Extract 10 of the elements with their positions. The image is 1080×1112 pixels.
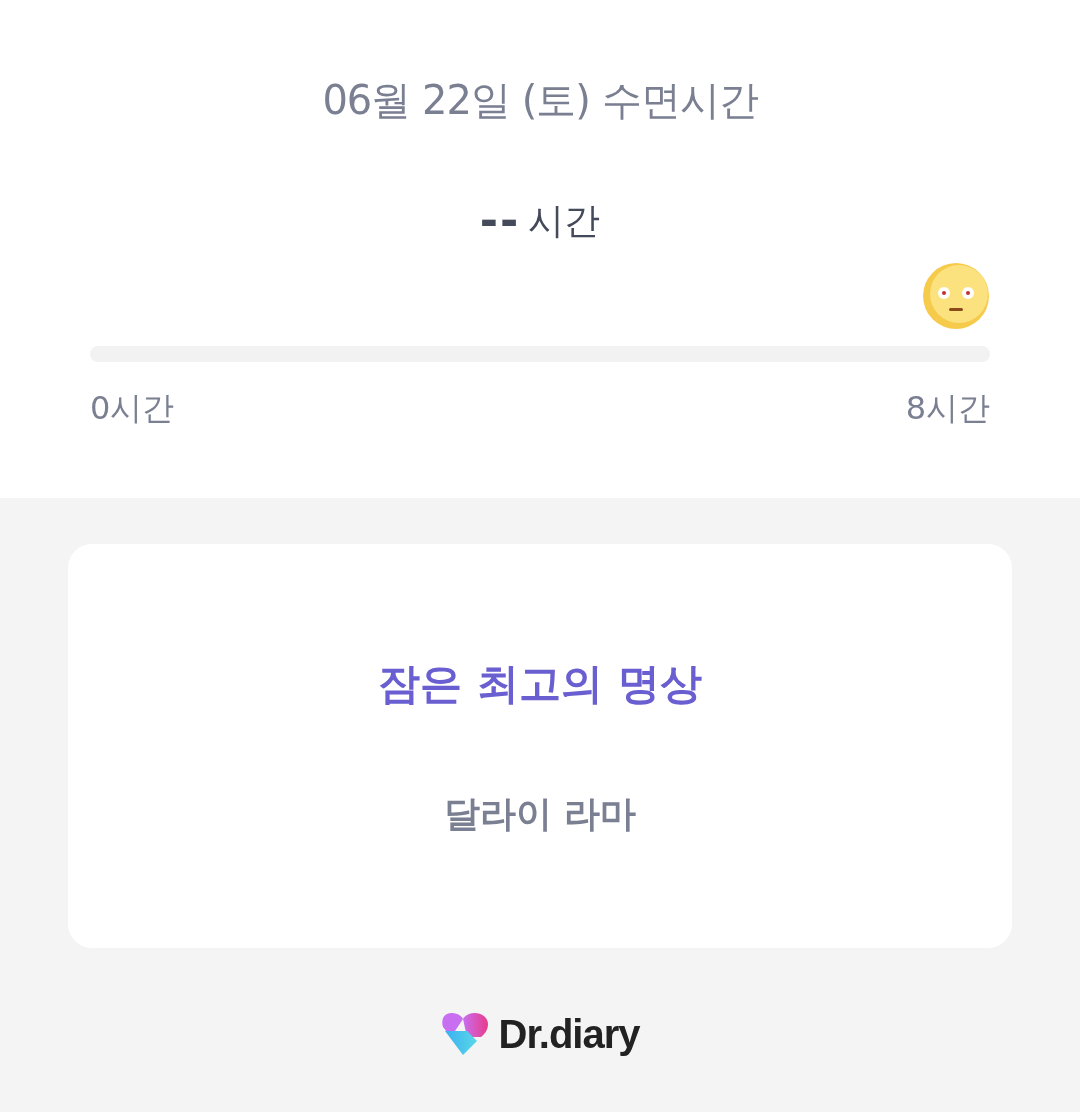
heart-logo-icon xyxy=(440,1011,491,1057)
date-title: 06월 22일 (토) 수면시간 xyxy=(322,77,758,123)
duration-unit: 시간 xyxy=(528,199,601,243)
max-label: 8시간 xyxy=(905,388,990,429)
duration-value: -- xyxy=(479,199,521,243)
min-label: 0시간 xyxy=(90,388,175,429)
quote-text: 잠은 최고의 명상 xyxy=(378,657,702,710)
brand-name: Dr.diary xyxy=(498,1011,640,1058)
emoji-face-icon xyxy=(922,262,990,330)
quote-author: 달라이 라마 xyxy=(443,791,637,836)
